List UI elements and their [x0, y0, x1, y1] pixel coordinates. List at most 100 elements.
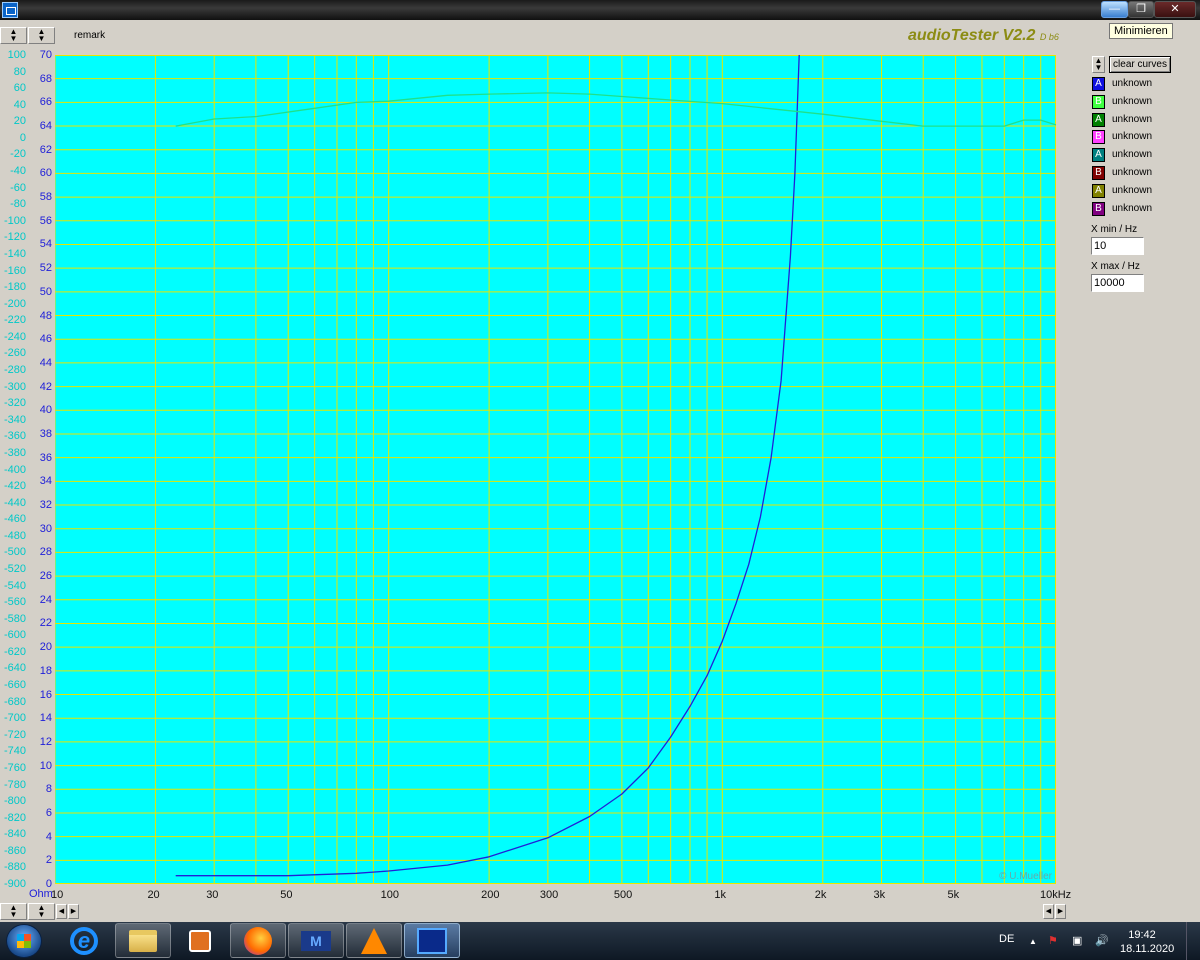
- y-left-tick-label: -640: [3, 662, 26, 675]
- x-tick-label: 500: [613, 889, 633, 901]
- action-center-flag-icon[interactable]: ⚑: [1048, 934, 1058, 947]
- y-left-tick-label: 60: [13, 82, 26, 95]
- y-left-tick-label: -540: [3, 579, 26, 592]
- spinner-bottom-2[interactable]: ▲ ▼: [28, 903, 55, 920]
- scroll-left-arrow-icon[interactable]: ◀: [56, 904, 67, 919]
- scroll-left-arrow-icon-right[interactable]: ◀: [1043, 904, 1054, 919]
- y-left-tick-label: -580: [3, 612, 26, 625]
- curve-color-button[interactable]: A: [1092, 148, 1105, 163]
- y-left-tick-label: 20: [13, 115, 26, 128]
- y-right-tick-label: 16: [39, 688, 52, 701]
- scroll-right-arrow-icon-right[interactable]: ▶: [1055, 904, 1066, 919]
- clock[interactable]: 19:42 18.11.2020: [1120, 928, 1174, 956]
- curve-color-button[interactable]: A: [1092, 112, 1105, 127]
- volume-icon[interactable]: 🔊: [1095, 934, 1109, 947]
- y-right-tick-label: 68: [39, 72, 52, 85]
- maximize-button[interactable]: ❐: [1128, 1, 1154, 18]
- x-tick-label: 5k: [947, 889, 960, 901]
- y-right-tick-label: 4: [45, 830, 52, 843]
- y-right-tick-label: 52: [39, 262, 52, 275]
- curve-color-button[interactable]: B: [1092, 166, 1105, 180]
- remark-label[interactable]: remark: [74, 30, 105, 41]
- taskbar-m-button[interactable]: M: [288, 923, 344, 958]
- y-right-tick-label: 34: [39, 475, 52, 488]
- spinner-bottom-1[interactable]: ▲ ▼: [0, 903, 27, 920]
- curve-color-button[interactable]: A: [1092, 183, 1105, 198]
- x-tick-label: 30: [206, 889, 219, 901]
- y-right-tick-label: 20: [39, 641, 52, 654]
- y-left-tick-label: -40: [10, 165, 26, 178]
- y-left-tick-label: -700: [3, 712, 26, 725]
- y-left-tick-label: -300: [3, 380, 26, 393]
- show-desktop-button[interactable]: [1186, 922, 1200, 960]
- scroll-right-arrow-icon[interactable]: ▶: [68, 904, 79, 919]
- y-left-tick-label: -240: [3, 330, 26, 343]
- taskbar-firefox-button[interactable]: [230, 923, 286, 958]
- folder-icon: [129, 929, 157, 952]
- app-icon[interactable]: [2, 2, 18, 18]
- y-left-tick-label: -260: [3, 347, 26, 360]
- y-right-tick-label: 18: [39, 664, 52, 677]
- tooltip: Minimieren: [1109, 23, 1173, 39]
- x-tick-label: 50: [280, 889, 293, 901]
- taskbar-audiotester-button[interactable]: [404, 923, 460, 958]
- plot-svg: [55, 55, 1056, 884]
- spinner-left-2[interactable]: ▲ ▼: [28, 27, 55, 44]
- y-right-tick-label: 32: [39, 499, 52, 512]
- y-right-tick-label: 40: [39, 404, 52, 417]
- y-left-tick-label: -100: [3, 214, 26, 227]
- curve-name-label: unknown: [1112, 95, 1153, 107]
- taskbar-explorer-button[interactable]: [115, 923, 171, 958]
- x-tick-label: 10: [51, 889, 64, 901]
- plot-area[interactable]: © U.Mueller: [55, 55, 1056, 884]
- xmin-input[interactable]: [1091, 237, 1144, 255]
- curve-name-label: unknown: [1112, 184, 1153, 196]
- taskbar-ie-button[interactable]: e: [56, 923, 112, 958]
- curve-name-label: unknown: [1112, 78, 1153, 89]
- y-left-tick-label: -500: [3, 546, 26, 559]
- language-indicator[interactable]: DE: [999, 933, 1014, 945]
- media-player-icon: [189, 929, 211, 952]
- y-right-tick-label: 42: [39, 380, 52, 393]
- y-left-tick-label: -460: [3, 513, 26, 526]
- xmax-input[interactable]: [1091, 274, 1144, 292]
- y-right-tick-label: 30: [39, 522, 52, 535]
- close-button[interactable]: ✕: [1154, 1, 1196, 18]
- clear-curves-button[interactable]: clear curves: [1109, 56, 1171, 73]
- curve-color-button[interactable]: B: [1092, 94, 1105, 109]
- tray-expand-icon[interactable]: ▲: [1029, 937, 1037, 946]
- network-icon[interactable]: ▣: [1072, 934, 1082, 947]
- y-left-tick-label: -780: [3, 778, 26, 791]
- y-left-tick-label: -180: [3, 281, 26, 294]
- minimize-button[interactable]: —: [1101, 1, 1128, 18]
- spinner-left-1[interactable]: ▲ ▼: [0, 27, 27, 44]
- legend-spinner[interactable]: ▲ ▼: [1092, 56, 1105, 73]
- windows-logo-icon: [17, 934, 31, 948]
- curve-name-label: unknown: [1112, 149, 1153, 161]
- y-right-tick-label: 62: [39, 143, 52, 156]
- taskbar-media-button[interactable]: [172, 923, 228, 958]
- y-left-tick-label: -720: [3, 728, 26, 741]
- y-left-tick-label: -440: [3, 496, 26, 509]
- xmax-label: X max / Hz: [1091, 261, 1140, 272]
- curve-color-button[interactable]: A: [1092, 77, 1105, 91]
- y-axis-unit: Ohm: [29, 888, 53, 900]
- y-left-tick-label: -560: [3, 596, 26, 609]
- curve-color-button[interactable]: B: [1092, 130, 1105, 145]
- y-right-tick-label: 10: [39, 759, 52, 772]
- y-right-tick-label: 56: [39, 214, 52, 227]
- curve-color-button[interactable]: B: [1092, 201, 1105, 216]
- y-right-tick-label: 2: [45, 854, 52, 867]
- y-right-tick-label: 14: [39, 712, 52, 725]
- taskbar-vlc-button[interactable]: [346, 923, 402, 958]
- curve-name-label: unknown: [1112, 131, 1153, 143]
- y-left-tick-label: -140: [3, 247, 26, 260]
- curve-name-label: unknown: [1112, 113, 1153, 125]
- y-left-tick-label: -340: [3, 413, 26, 426]
- y-right-tick-label: 48: [39, 309, 52, 322]
- audiotester-icon: [417, 927, 447, 954]
- y-right-tick-label: 8: [45, 783, 52, 796]
- title-bar: — ❐ ✕: [0, 0, 1200, 20]
- y-right-tick-label: 36: [39, 451, 52, 464]
- start-button[interactable]: [6, 924, 42, 958]
